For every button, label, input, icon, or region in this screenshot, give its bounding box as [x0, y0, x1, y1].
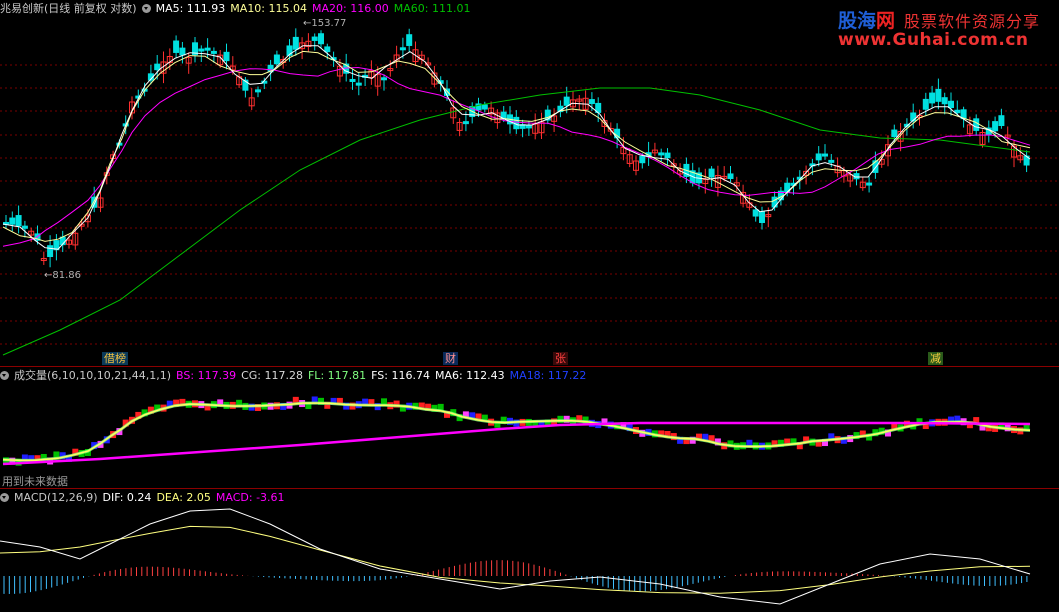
event-marker-3[interactable]: 张 — [553, 352, 568, 365]
candle-down — [318, 33, 324, 45]
event-marker-1[interactable]: 借榜 — [102, 352, 128, 365]
dif-label: DIF: 0.24 — [102, 491, 152, 504]
event-marker-2[interactable]: 财 — [443, 352, 458, 365]
candle-down — [588, 99, 595, 105]
ma20-label: MA20: 116.00 — [312, 2, 389, 15]
candle-down — [828, 159, 835, 163]
candle-down — [929, 92, 936, 104]
candle-down — [204, 47, 211, 51]
candle-down — [872, 160, 879, 173]
dea-label: DEA: 2.05 — [156, 491, 211, 504]
candle-down — [273, 54, 280, 65]
candle-down — [173, 40, 180, 53]
watermark-url: www.Guhai.com.cn — [838, 30, 1029, 50]
candle-down — [355, 82, 362, 86]
volume-chart[interactable] — [0, 367, 1059, 487]
watermark-slogan: 股票软件资源分享 — [904, 12, 1041, 31]
macd-title[interactable]: MACD(12,26,9) — [14, 491, 98, 504]
macd-header: MACD(12,26,9) DIF: 0.24 DEA: 2.05 MACD: -3.… — [0, 491, 290, 505]
candle-down — [462, 121, 469, 125]
cg-label: CG: 117.28 — [241, 369, 303, 382]
ma18-label: MA18: 117.22 — [509, 369, 587, 382]
candle-down — [311, 36, 318, 41]
fl-label: FL: 117.81 — [307, 369, 367, 382]
candle-down — [639, 156, 646, 164]
dropdown-circle-icon[interactable] — [0, 371, 9, 380]
candle-down — [381, 77, 387, 81]
candle-down — [210, 50, 217, 54]
candle-down — [935, 88, 942, 102]
candle-down — [822, 153, 828, 157]
candle-down — [399, 47, 406, 51]
candlestick-chart[interactable] — [0, 0, 1059, 366]
candle-down — [727, 173, 734, 180]
candle-down — [853, 173, 860, 180]
dropdown-circle-icon[interactable] — [0, 493, 9, 502]
ma6-label: MA6: 112.43 — [434, 369, 505, 382]
candle-down — [658, 152, 665, 156]
bs-line — [2, 421, 1031, 466]
candle-down — [973, 118, 980, 131]
candle-down — [948, 100, 954, 108]
candle-down — [198, 48, 205, 52]
candle-down — [922, 98, 929, 110]
candle-down — [563, 96, 570, 106]
ma20-line — [2, 66, 1031, 247]
bs-label: BS: 117.39 — [176, 369, 237, 382]
candle-down — [349, 78, 356, 82]
candle-down — [664, 152, 671, 159]
stock-name[interactable]: 兆易创新(日线 前复权 对数) — [0, 2, 137, 15]
candle-down — [866, 182, 873, 186]
dif-line — [0, 508, 1031, 605]
fs-label: FS: 116.74 — [371, 369, 430, 382]
candle-down — [941, 97, 948, 105]
candle-down — [992, 121, 999, 132]
candle-down — [47, 245, 54, 258]
candle-down — [15, 215, 22, 227]
candle-down — [9, 217, 16, 225]
watermark-logo: 股海网 — [838, 10, 896, 32]
ma10-label: MA10: 115.04 — [230, 2, 308, 15]
candle-down — [891, 129, 898, 138]
candle-down — [759, 211, 765, 223]
candle-down — [53, 240, 60, 251]
dropdown-circle-icon[interactable] — [141, 4, 151, 13]
candle-down — [179, 47, 186, 56]
candle-down — [815, 153, 822, 161]
candle-down — [292, 36, 299, 50]
future-data-note: 用到未来数据 — [2, 475, 68, 488]
ma60-label: MA60: 111.01 — [393, 2, 471, 15]
candle-down — [154, 63, 161, 71]
macd-indicator-panel[interactable]: MACD(12,26,9) DIF: 0.24 DEA: 2.05 MACD: -3.… — [0, 489, 1059, 612]
candle-down — [998, 115, 1005, 126]
candle-down — [324, 46, 331, 53]
candle-down — [481, 104, 488, 110]
candle-down — [752, 209, 759, 217]
candle-down — [21, 225, 28, 229]
dea-line — [0, 525, 1031, 594]
volume-indicator-panel[interactable]: 成交量(6,10,10,10,21,44,1,1) BS: 117.39 CG: 1… — [0, 367, 1059, 488]
ma10-line — [2, 50, 1031, 242]
candle-down — [525, 125, 532, 129]
volume-header: 成交量(6,10,10,10,21,44,1,1) BS: 117.39 CG: 1… — [0, 369, 591, 383]
candle-down — [223, 51, 230, 62]
candle-down — [406, 34, 413, 46]
price-header: 兆易创新(日线 前复权 对数) MA5: 111.93 MA10: 115.04 MA… — [0, 2, 475, 16]
guhai-watermark: 股海网 股票软件资源分享 www.Guhai.com.cn — [838, 6, 1054, 52]
ma5-label: MA5: 111.93 — [155, 2, 226, 15]
high-price-label: ←153.77 — [303, 18, 347, 29]
macd-chart[interactable] — [0, 489, 1059, 612]
low-price-label: ←81.86 — [44, 270, 82, 281]
volume-title[interactable]: 成交量(6,10,10,10,21,44,1,1) — [14, 369, 171, 382]
price-chart-panel[interactable]: 兆易创新(日线 前复权 对数) MA5: 111.93 MA10: 115.04 MA… — [0, 0, 1059, 366]
candle-down — [255, 89, 261, 93]
candle-down — [708, 168, 715, 178]
event-marker-4[interactable]: 减 — [928, 352, 943, 365]
macd-value-label: MACD: -3.61 — [215, 491, 285, 504]
